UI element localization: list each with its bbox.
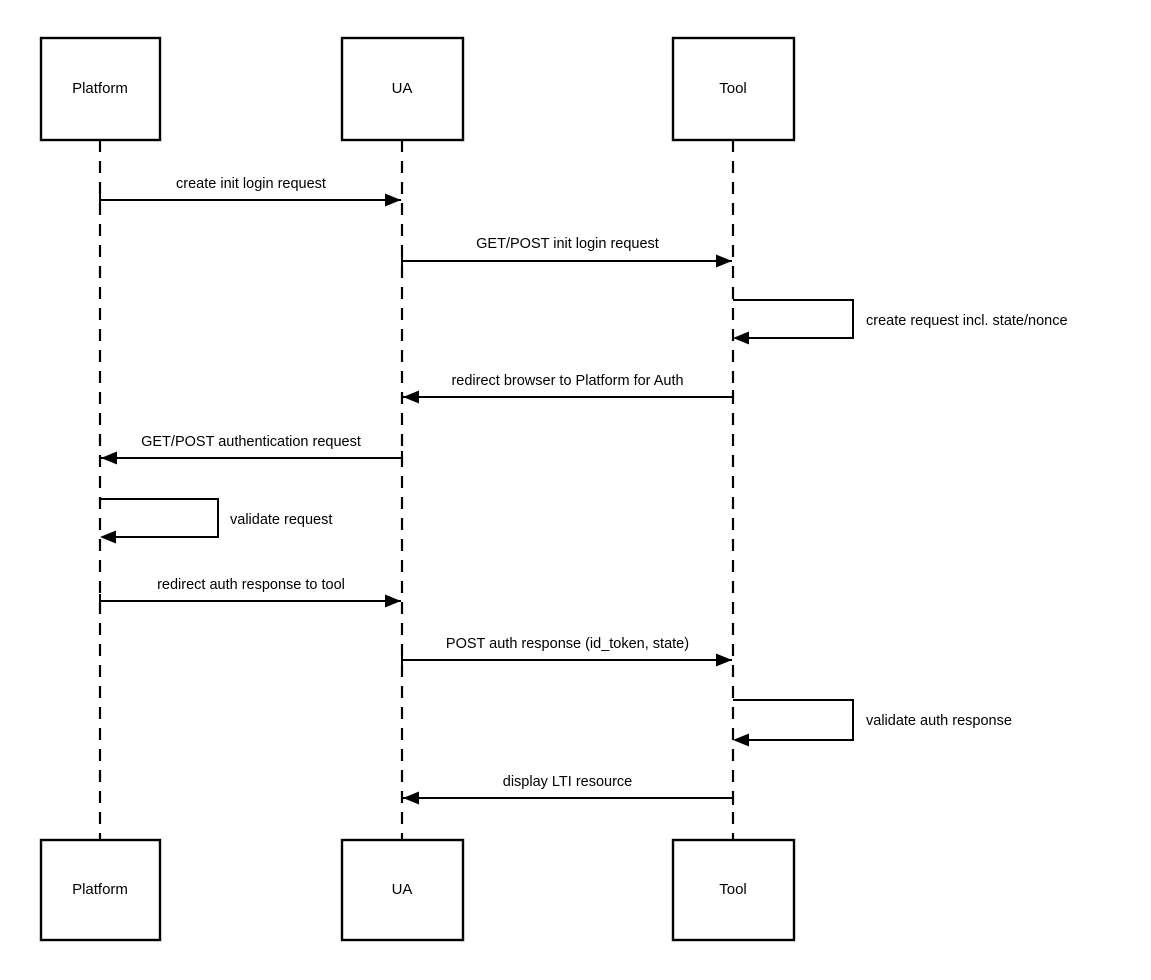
message-m8: POST auth response (id_token, state): [401, 636, 732, 667]
arrow-head-m6: [100, 530, 116, 544]
participant-label-platform: Platform: [72, 80, 128, 97]
arrow-head-m4: [403, 390, 419, 404]
self-message-path-m6: [100, 498, 219, 538]
participant-head-platform: Platform: [39, 36, 162, 142]
message-label-m6: validate request: [230, 512, 332, 528]
participant-label-tool: Tool: [719, 80, 747, 97]
arrow-head-m2: [716, 254, 732, 268]
message-label-m3: create request incl. state/nonce: [866, 313, 1068, 329]
participant-foot-tool: Tool: [671, 838, 796, 942]
self-message-path-m9: [733, 699, 854, 741]
arrow-head-m5: [101, 451, 117, 465]
message-m7: redirect auth response to tool: [99, 577, 401, 608]
message-label-m1: create init login request: [176, 176, 326, 192]
message-m4: redirect browser to Platform for Auth: [403, 373, 734, 404]
arrow-head-m1: [385, 193, 401, 207]
message-m3: create request incl. state/nonce: [733, 299, 1068, 345]
participant-foot-ua: UA: [340, 838, 465, 942]
message-label-m5: GET/POST authentication request: [141, 434, 361, 450]
message-label-m8: POST auth response (id_token, state): [446, 636, 689, 652]
participant-head-tool: Tool: [671, 36, 796, 142]
message-m9: validate auth response: [733, 699, 1012, 747]
participants-layer: Platform Platform UA UA Tool Tool: [39, 36, 796, 942]
sequence-diagram: create init login request GET/POST init l…: [0, 0, 1151, 980]
message-label-m10: display LTI resource: [503, 774, 632, 790]
participant-label-platform: Platform: [72, 881, 128, 898]
arrow-head-m9: [733, 733, 749, 747]
message-m1: create init login request: [99, 176, 401, 207]
message-label-m7: redirect auth response to tool: [157, 577, 345, 593]
self-message-path-m3: [733, 299, 854, 339]
participant-foot-platform: Platform: [39, 838, 162, 942]
message-label-m4: redirect browser to Platform for Auth: [451, 373, 683, 389]
participant-label-ua: UA: [392, 881, 413, 898]
message-label-m2: GET/POST init login request: [476, 236, 659, 252]
message-m5: GET/POST authentication request: [101, 434, 403, 465]
messages-layer: create init login request GET/POST init l…: [99, 176, 1068, 805]
message-m10: display LTI resource: [403, 774, 734, 805]
message-m6: validate request: [100, 498, 332, 544]
arrow-head-m10: [403, 791, 419, 805]
message-label-m9: validate auth response: [866, 713, 1012, 729]
participant-head-ua: UA: [340, 36, 465, 142]
arrow-head-m7: [385, 594, 401, 608]
message-m2: GET/POST init login request: [401, 236, 732, 268]
participant-label-ua: UA: [392, 80, 413, 97]
participant-label-tool: Tool: [719, 881, 747, 898]
sequence-diagram-canvas: create init login request GET/POST init l…: [0, 0, 1151, 980]
arrow-head-m3: [733, 331, 749, 345]
arrow-head-m8: [716, 653, 732, 667]
